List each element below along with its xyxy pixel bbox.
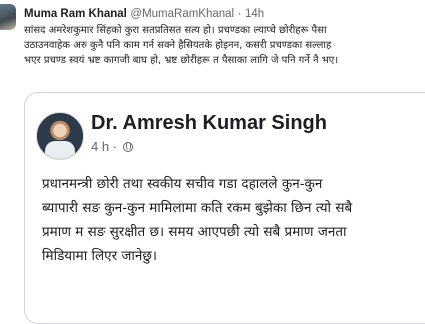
globe-icon [122,142,133,152]
embedded-post-line: प्रधानमन्त्री छोरी तथा स्वकीय सचीव गडा द… [42,176,323,192]
tweet-text-line: उठाउनवाहेक अरु कुनै पनि काम गर्न सक्ने ह… [24,40,332,51]
avatar-shirt [45,141,75,159]
embedded-post-timestamp[interactable]: 4 h · [91,139,117,154]
separator-dot: · [237,8,242,20]
author-name[interactable]: Muma Ram Khanal [24,8,127,20]
author-handle[interactable]: @MumaRamKhanal [130,8,234,20]
tweet-text-line: भएर प्रचण्ड स्वयं भ्रष्ट कागजी बाघ हो, भ… [24,55,339,66]
author-avatar[interactable] [0,4,16,30]
embedded-post-avatar[interactable] [36,112,84,160]
tweet-text: सांसद अमरेशकुमार सिंहको कुरा सतप्रतिसत स… [24,23,422,68]
tweet-header: Muma Ram Khanal @MumaRamKhanal · 14h [24,7,264,21]
embedded-post-author[interactable]: Dr. Amresh Kumar Singh [91,112,327,135]
embedded-post-body: प्रधानमन्त्री छोरी तथा स्वकीय सचीव गडा द… [42,172,425,268]
embedded-post-line: ब्यापारी सङ कुन-कुन मामिलामा कति रकम बुझ… [42,200,353,216]
embedded-post-line: मिडियामा लिएर जानेछु। [42,248,157,264]
tweet-text-line: सांसद अमरेशकुमार सिंहको कुरा सतप्रतिसत स… [24,25,327,36]
embedded-post-meta: 4 h · [91,139,133,154]
embedded-post-line: प्रमाण म सङ सुरक्षीत छ। समय आएपछी त्यो स… [42,224,347,240]
tweet-timestamp[interactable]: 14h [245,8,264,20]
